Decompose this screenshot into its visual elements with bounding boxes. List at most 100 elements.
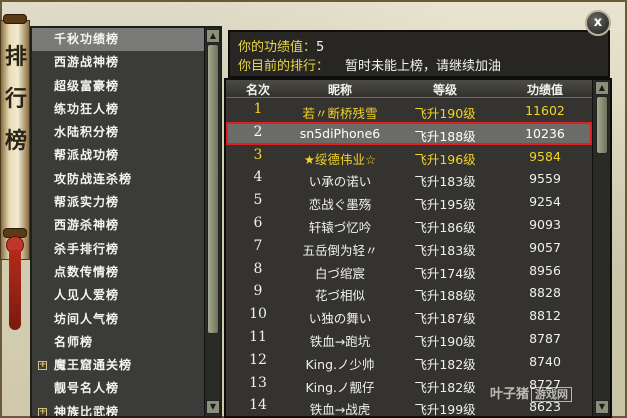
category-item[interactable]: 点数传情榜 <box>32 261 204 284</box>
category-item[interactable]: 水陆积分榜 <box>32 121 204 144</box>
rank-message: 暂时未能上榜，请继续加油 <box>345 59 502 74</box>
name-cell: King.ノ靓仔 <box>305 379 375 395</box>
banner-char-2: 行 <box>4 86 27 112</box>
rank-label: 你目前的排行： <box>238 59 330 74</box>
name-cell: King.ノ少帅 <box>305 356 375 372</box>
category-label: 魔王窟通关榜 <box>54 358 133 373</box>
category-label: 水陆积分榜 <box>54 125 120 140</box>
level-cell: 飞升183级 <box>414 174 476 190</box>
score-cell: 9584 <box>529 148 561 164</box>
category-item[interactable]: + 魔王窟通关榜 <box>32 354 204 377</box>
category-item[interactable]: 坊间人气榜 <box>32 308 204 331</box>
expand-plus-icon[interactable]: + <box>38 361 47 371</box>
table-row[interactable]: 5 恋战ぐ墨殇 飞升195级 9254 <box>226 190 592 213</box>
category-item[interactable]: 练功狂人榜 <box>32 98 204 121</box>
name-cell: ★绥德伟业☆ <box>303 151 377 167</box>
watermark-box: 游戏网 <box>531 387 573 402</box>
table-row[interactable]: 4 い承の诺い 飞升183级 9559 <box>226 167 592 190</box>
name-cell: 若〃断桥残雪 <box>302 106 378 121</box>
category-item[interactable]: 千秋功绩榜 <box>32 28 204 52</box>
table-row[interactable]: 9 花づ相似 飞升188级 8828 <box>226 281 592 304</box>
level-cell: 飞升182级 <box>414 379 476 395</box>
category-item[interactable]: 名师榜 <box>32 331 204 354</box>
table-scrollbar[interactable]: ▲ ▼ <box>592 80 610 416</box>
table-row[interactable]: 11 铁血→跑坑 飞升190级 8787 <box>226 327 592 350</box>
table-row[interactable]: 1 若〃断桥残雪 飞升190级 11602 <box>226 99 592 122</box>
category-label: 点数传情榜 <box>54 264 120 279</box>
category-label: 千秋功绩榜 <box>54 32 120 46</box>
scroll-up-icon[interactable]: ▲ <box>206 29 220 43</box>
close-button[interactable]: x <box>585 10 611 36</box>
category-label: 攻防战连杀榜 <box>54 171 133 186</box>
level-cell: 飞升182级 <box>414 356 476 372</box>
red-tassel <box>9 250 21 330</box>
name-cell: 轩辕づ忆吟 <box>308 219 372 235</box>
name-cell: 恋战ぐ墨殇 <box>308 197 372 213</box>
name-cell: sn5diPhone6 <box>299 125 381 141</box>
name-cell: 铁血→战虎 <box>309 402 371 418</box>
header-level: 等级 <box>432 83 457 97</box>
table-header: 名次 昵称 等级 功绩值 <box>226 80 592 98</box>
category-item[interactable]: 靓号名人榜 <box>32 377 204 400</box>
table-row[interactable]: 6 轩辕づ忆吟 飞升186级 9093 <box>226 213 592 236</box>
category-label: 坊间人气榜 <box>54 311 120 326</box>
category-scroll-thumb[interactable] <box>207 44 219 334</box>
table-scroll-up-icon[interactable]: ▲ <box>595 81 609 95</box>
watermark: 叶子猪 游戏网 <box>490 383 573 402</box>
name-cell: 五岳倒为轻〃 <box>302 242 378 258</box>
banner-char-1: 排 <box>4 44 27 70</box>
level-cell: 飞升196级 <box>414 151 476 167</box>
category-item[interactable]: 西游杀神榜 <box>32 214 204 237</box>
score-cell: 8956 <box>529 262 561 278</box>
name-cell: い承の诺い <box>308 174 372 190</box>
category-label: 西游杀神榜 <box>54 218 120 233</box>
ranking-table: 名次 昵称 等级 功绩值 1 若〃断桥残雪 飞升190级 11602 2 sn5diPho… <box>224 78 612 418</box>
category-panel: 千秋功绩榜西游战神榜 超级富豪榜 练功狂人榜水陆积分榜帮派战功榜攻防战连杀榜 帮派实力… <box>30 26 222 418</box>
category-item[interactable]: + 神族比武榜 <box>32 401 204 416</box>
table-row[interactable]: 7 五岳倒为轻〃 飞升183级 9057 <box>226 236 592 259</box>
table-row[interactable]: 12 King.ノ少帅 飞升182级 8740 <box>226 350 592 373</box>
category-list: 千秋功绩榜西游战神榜 超级富豪榜 练功狂人榜水陆积分榜帮派战功榜攻防战连杀榜 帮派实力… <box>32 28 204 416</box>
level-cell: 飞升190级 <box>414 106 476 121</box>
level-cell: 飞升188级 <box>414 288 476 304</box>
level-cell: 飞升183级 <box>414 242 476 258</box>
category-label: 人见人爱榜 <box>54 288 120 303</box>
category-label: 神族比武榜 <box>54 404 120 416</box>
score-cell: 10236 <box>525 125 565 141</box>
header-score: 功绩值 <box>526 83 563 97</box>
name-cell: い独の舞い <box>308 311 372 327</box>
name-cell: 铁血→跑坑 <box>309 333 371 349</box>
category-item[interactable]: 杀手排行榜 <box>32 238 204 261</box>
category-scrollbar[interactable]: ▲ ▼ <box>204 28 220 416</box>
category-item[interactable]: 攻防战连杀榜 <box>32 168 204 191</box>
scroll-down-icon[interactable]: ▼ <box>206 400 220 414</box>
level-cell: 飞升190级 <box>414 333 476 349</box>
category-item[interactable]: 西游战神榜 <box>32 51 204 74</box>
score-cell: 9093 <box>529 216 561 232</box>
category-label: 帮派实力榜 <box>54 195 120 210</box>
level-cell: 飞升186级 <box>414 219 476 235</box>
table-row[interactable]: 10 い独の舞い 飞升187级 8812 <box>226 304 592 327</box>
name-cell: 花づ相似 <box>314 288 365 304</box>
my-score-panel: 你的功绩值：5 你目前的排行： 暂时未能上榜，请继续加油 <box>228 30 610 78</box>
name-cell: 白づ绾宸 <box>314 265 365 281</box>
table-row[interactable]: 3 ★绥德伟业☆ 飞升196级 9584 <box>226 145 592 168</box>
score-cell: 9559 <box>529 171 561 187</box>
category-label: 杀手排行榜 <box>54 241 120 256</box>
expand-plus-icon[interactable]: + <box>38 407 47 416</box>
category-item[interactable]: 人见人爱榜 <box>32 284 204 307</box>
table-scroll-down-icon[interactable]: ▼ <box>595 400 609 414</box>
category-item[interactable]: 帮派战功榜 <box>32 144 204 167</box>
level-cell: 飞升199级 <box>414 402 476 418</box>
level-cell: 飞升188级 <box>414 128 476 144</box>
table-body: 1 若〃断桥残雪 飞升190级 11602 2 sn5diPhone6 飞升188级 1023… <box>226 99 592 418</box>
category-item[interactable]: 超级富豪榜 <box>32 75 204 98</box>
level-cell: 飞升187级 <box>414 311 476 327</box>
category-item[interactable]: 帮派实力榜 <box>32 191 204 214</box>
table-scroll-thumb[interactable] <box>596 96 608 154</box>
table-row[interactable]: 2 sn5diPhone6 飞升188级 10236 <box>226 121 592 145</box>
table-row[interactable]: 8 白づ绾宸 飞升174级 8956 <box>226 259 592 282</box>
header-name: 昵称 <box>327 83 352 97</box>
score-cell: 9254 <box>529 194 561 210</box>
rank-line: 你目前的排行： 暂时未能上榜，请继续加油 <box>238 55 501 74</box>
